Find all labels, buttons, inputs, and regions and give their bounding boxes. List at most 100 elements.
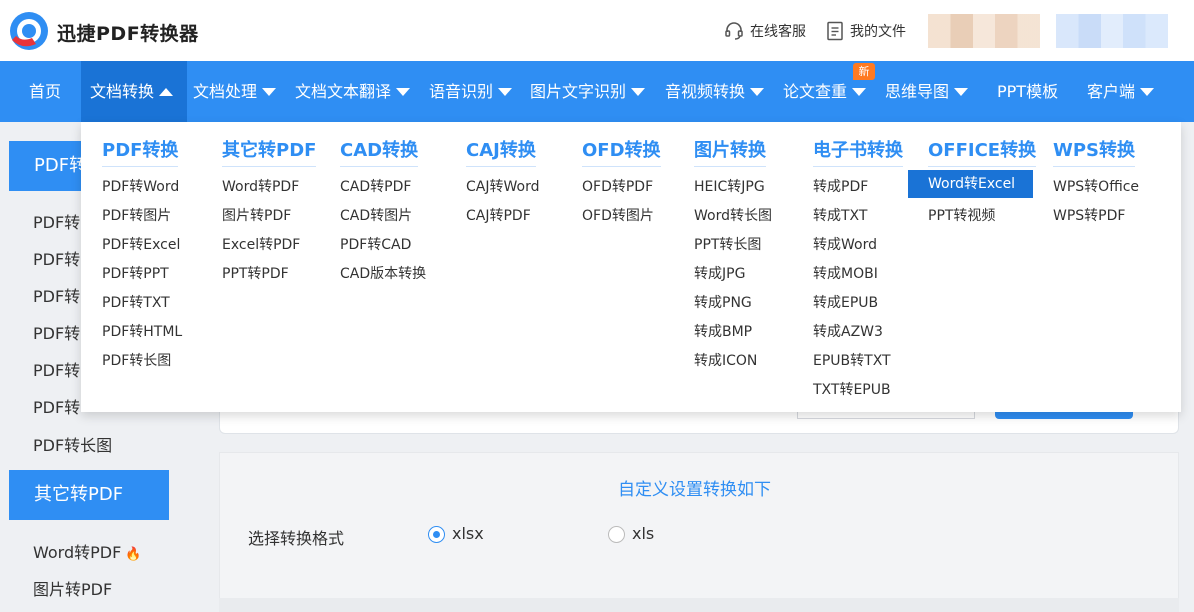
radio-xls[interactable] <box>608 526 625 543</box>
menu-item[interactable]: Word转长图 <box>694 205 772 225</box>
menu-item[interactable]: CAD版本转换 <box>340 263 426 283</box>
sidebar-item[interactable]: PDF转 <box>33 246 80 270</box>
nav-speech-recognition[interactable]: 语音识别 <box>429 61 513 122</box>
menu-item[interactable]: PDF转HTML <box>102 321 182 341</box>
main-nav: 首页 文档转换 文档处理 文档文本翻译 语音识别 图片文字识别 音视频转换 论文… <box>0 61 1194 122</box>
menu-heading-cad-convert: CAD转换 <box>340 136 419 167</box>
menu-item[interactable]: PDF转PPT <box>102 263 169 283</box>
chevron-down-icon <box>631 87 646 96</box>
menu-heading-pdf-convert: PDF转换 <box>102 136 179 167</box>
nav-ocr[interactable]: 图片文字识别 <box>530 61 646 122</box>
nav-label: 客户端 <box>1087 82 1136 101</box>
menu-item[interactable]: CAJ转Word <box>466 176 539 196</box>
sidebar-group-title: 其它转PDF <box>34 484 124 505</box>
menu-item[interactable]: 转成TXT <box>813 205 867 225</box>
menu-item[interactable]: WPS转Office <box>1053 176 1139 196</box>
headset-icon <box>725 22 743 40</box>
menu-heading-image-convert: 图片转换 <box>694 136 766 167</box>
nav-label: 首页 <box>29 82 62 101</box>
nav-mind-map[interactable]: 思维导图 <box>885 61 969 122</box>
menu-item[interactable]: 转成BMP <box>694 321 752 341</box>
top-header: 迅捷PDF转换器 在线客服 我的文件 <box>0 0 1194 61</box>
nav-label: 文档文本翻译 <box>295 82 392 101</box>
chevron-down-icon <box>396 87 411 96</box>
radio-xlsx[interactable] <box>428 526 445 543</box>
nav-label: 思维导图 <box>885 82 950 101</box>
menu-item[interactable]: 转成EPUB <box>813 292 878 312</box>
chevron-down-icon <box>262 87 277 96</box>
menu-item[interactable]: TXT转EPUB <box>813 379 891 399</box>
sidebar-item[interactable]: PDF转 <box>33 320 80 344</box>
format-label: 选择转换格式 <box>248 529 345 548</box>
menu-heading-ebook-convert: 电子书转换 <box>813 136 903 167</box>
menu-item[interactable]: PDF转CAD <box>340 234 411 254</box>
menu-item[interactable]: 转成MOBI <box>813 263 878 283</box>
menu-item[interactable]: CAJ转PDF <box>466 205 531 225</box>
sidebar-item-label: Word转PDF <box>33 543 122 562</box>
nav-av-convert[interactable]: 音视频转换 <box>665 61 765 122</box>
sidebar-item-word-to-pdf[interactable]: Word转PDF 🔥 <box>33 539 142 563</box>
menu-item[interactable]: CAD转图片 <box>340 205 412 225</box>
nav-label: 文档处理 <box>193 82 258 101</box>
menu-item[interactable]: 转成ICON <box>694 350 757 370</box>
menu-item[interactable]: OFD转PDF <box>582 176 653 196</box>
menu-item[interactable]: 图片转PDF <box>222 205 291 225</box>
fire-icon: 🔥 <box>125 547 142 562</box>
menu-item[interactable]: PDF转图片 <box>102 205 171 225</box>
sidebar-group-title: PDF转 <box>34 155 88 176</box>
menu-item[interactable]: 转成AZW3 <box>813 321 883 341</box>
nav-ppt-template[interactable]: PPT模板 <box>997 61 1058 122</box>
menu-item[interactable]: PDF转Word <box>102 176 179 196</box>
menu-item[interactable]: HEIC转JPG <box>694 176 765 196</box>
online-service-link[interactable]: 在线客服 <box>724 21 806 41</box>
menu-item[interactable]: 转成PDF <box>813 176 868 196</box>
sidebar-item-image-to-pdf[interactable]: 图片转PDF <box>33 576 112 600</box>
menu-item[interactable]: OFD转图片 <box>582 205 654 225</box>
sidebar-item[interactable]: PDF转 <box>33 283 80 307</box>
nav-document-process[interactable]: 文档处理 <box>193 61 277 122</box>
sidebar-group-other-to-pdf[interactable]: 其它转PDF <box>9 470 169 520</box>
nav-home[interactable]: 首页 <box>29 61 61 122</box>
nav-label: 语音识别 <box>429 82 494 101</box>
radio-xlsx-label[interactable]: xlsx <box>452 524 484 543</box>
chevron-up-icon <box>159 87 174 96</box>
menu-heading-other-to-pdf: 其它转PDF <box>222 136 317 167</box>
my-files-link[interactable]: 我的文件 <box>826 21 906 41</box>
menu-heading-office-convert: OFFICE转换 <box>928 136 1037 167</box>
menu-item[interactable]: PDF转TXT <box>102 292 170 312</box>
menu-item[interactable]: 转成Word <box>813 234 877 254</box>
brand-name: 迅捷PDF转换器 <box>57 23 199 45</box>
menu-item[interactable]: Excel转PDF <box>222 234 300 254</box>
menu-heading-caj-convert: CAJ转换 <box>466 136 536 167</box>
menu-item[interactable]: PPT转PDF <box>222 263 289 283</box>
menu-heading-wps-convert: WPS转换 <box>1053 136 1136 167</box>
menu-item[interactable]: PDF转长图 <box>102 350 171 370</box>
next-panel-edge <box>219 598 1179 612</box>
menu-item[interactable]: CAD转PDF <box>340 176 411 196</box>
nav-label: 文档转换 <box>90 82 155 101</box>
sidebar-item-pdf-long-image[interactable]: PDF转长图 <box>33 432 112 456</box>
app-logo-icon <box>10 12 48 50</box>
menu-item[interactable]: 转成JPG <box>694 263 745 283</box>
sidebar-item[interactable]: PDF转 <box>33 394 80 418</box>
menu-item[interactable]: Word转PDF <box>222 176 299 196</box>
sidebar-item[interactable]: PDF转 <box>33 357 80 381</box>
sidebar-item[interactable]: PDF转 <box>33 209 80 233</box>
menu-item[interactable]: WPS转PDF <box>1053 205 1125 225</box>
nav-client[interactable]: 客户端 <box>1087 61 1155 122</box>
user-avatar[interactable] <box>928 14 1040 48</box>
menu-item[interactable]: EPUB转TXT <box>813 350 891 370</box>
menu-item-word-to-excel[interactable]: Word转Excel <box>908 170 1033 198</box>
user-account[interactable] <box>1056 14 1168 48</box>
chevron-down-icon <box>750 87 765 96</box>
new-badge: 新 <box>853 63 875 80</box>
settings-title: 自定义设置转换如下 <box>618 480 771 500</box>
menu-item[interactable]: 转成PNG <box>694 292 752 312</box>
radio-xls-label[interactable]: xls <box>632 524 654 543</box>
menu-item[interactable]: PPT转长图 <box>694 234 761 254</box>
menu-item[interactable]: PPT转视频 <box>928 205 995 225</box>
menu-item[interactable]: PDF转Excel <box>102 234 180 254</box>
nav-label: 音视频转换 <box>665 82 746 101</box>
nav-document-convert[interactable]: 文档转换 <box>81 61 187 122</box>
nav-translate[interactable]: 文档文本翻译 <box>295 61 411 122</box>
